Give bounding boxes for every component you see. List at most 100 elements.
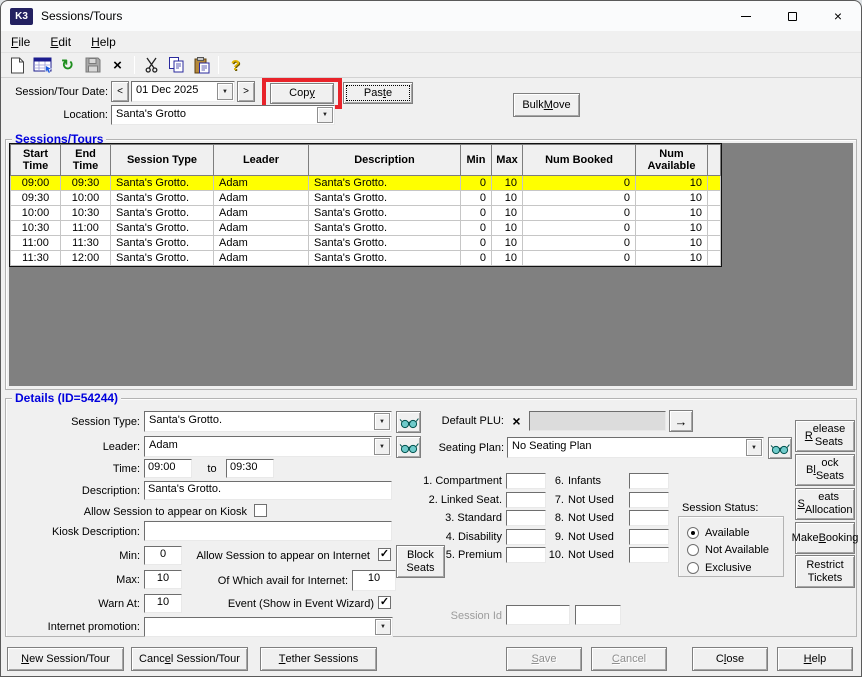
table-row[interactable]: 11:30 12:00 Santa's Grotto. Adam Santa's Gro…	[10, 250, 721, 266]
slot-input-7[interactable]	[629, 491, 669, 508]
grid-cell[interactable]: 0	[460, 220, 492, 236]
grid-cell[interactable]: 0	[522, 235, 636, 251]
grid-cell[interactable]: 0	[460, 175, 492, 191]
grid-cell[interactable]: Santa's Grotto.	[110, 175, 214, 191]
grid-cell[interactable]: 11:00	[10, 235, 61, 251]
block-seats-button[interactable]: Bl ock Seats	[795, 454, 855, 486]
grid-cell[interactable]: 0	[460, 250, 492, 266]
radio-not-available[interactable]	[687, 544, 699, 557]
column-header-session-type[interactable]: Session Type	[110, 144, 214, 176]
release-seats-button[interactable]: Release Seats	[795, 420, 855, 452]
cut-icon[interactable]	[139, 54, 164, 76]
grid-cell[interactable]: 10:00	[60, 190, 111, 206]
grid-cell[interactable]	[707, 190, 721, 206]
grid-cell[interactable]: Santa's Grotto.	[308, 190, 461, 206]
grid-cell[interactable]: 0	[522, 220, 636, 236]
close-dialog-button[interactable]: Cl ose	[692, 647, 768, 671]
tether-sessions-button[interactable]: Tether Sessions	[260, 647, 377, 671]
internet-avail-input[interactable]: 10	[352, 570, 396, 591]
grid-cell[interactable]: Adam	[213, 235, 309, 251]
seating-plan-combobox[interactable]: No Seating Plan ▼	[507, 437, 764, 458]
grid-cell[interactable]: 10	[635, 175, 708, 191]
grid-cell[interactable]: 10	[491, 175, 523, 191]
help-icon[interactable]: ?	[223, 54, 248, 76]
table-row[interactable]: 10:30 11:00 Santa's Grotto. Adam Santa's Gro…	[10, 220, 721, 236]
grid-cell[interactable]: 10:30	[10, 220, 61, 236]
menu-help[interactable]: Help	[85, 33, 122, 51]
grid-cell[interactable]: 10	[491, 220, 523, 236]
grid-cell[interactable]: 10	[491, 250, 523, 266]
kiosk-checkbox[interactable]	[254, 504, 267, 517]
column-header-end-time[interactable]: End Time	[60, 144, 111, 176]
table-row[interactable]: 10:00 10:30 Santa's Grotto. Adam Santa's Gro…	[10, 205, 721, 221]
grid-cell[interactable]: Santa's Grotto.	[110, 250, 214, 266]
copy-icon[interactable]	[164, 54, 189, 76]
close-button[interactable]: ×	[815, 1, 861, 31]
chevron-down-icon[interactable]: ▼	[375, 619, 391, 635]
grid-cell[interactable]: 10	[491, 190, 523, 206]
grid-cell[interactable]	[707, 175, 721, 191]
grid-cell[interactable]: 10	[635, 220, 708, 236]
grid-cell[interactable]: Santa's Grotto.	[110, 205, 214, 221]
chevron-down-icon[interactable]: ▼	[217, 83, 233, 100]
column-header-blank[interactable]	[707, 144, 721, 176]
grid-cell[interactable]: Adam	[213, 175, 309, 191]
column-header-start-time[interactable]: Start Time	[10, 144, 61, 176]
date-combobox[interactable]: 01 Dec 2025 ▼	[131, 81, 235, 102]
grid-cell[interactable]: 11:30	[60, 235, 111, 251]
grid-cell[interactable]: 0	[522, 190, 636, 206]
grid-cell[interactable]: 10	[635, 250, 708, 266]
slot-input-6[interactable]	[629, 473, 669, 490]
grid-cell[interactable]: 11:00	[60, 220, 111, 236]
slot-input-10[interactable]	[629, 547, 669, 564]
status-option[interactable]: Available	[687, 524, 783, 542]
grid-cell[interactable]: Santa's Grotto.	[308, 220, 461, 236]
grid-cell[interactable]: 10:00	[10, 205, 61, 221]
seating-plan-lookup-button[interactable]	[768, 437, 792, 459]
title-bar[interactable]: K3 Sessions/Tours ×	[1, 1, 861, 31]
grid-cell[interactable]: Santa's Grotto.	[308, 205, 461, 221]
grid-cell[interactable]: 10	[635, 190, 708, 206]
maximize-button[interactable]	[769, 1, 815, 31]
status-option[interactable]: Exclusive	[687, 559, 783, 577]
grid-cell[interactable]: Santa's Grotto.	[308, 250, 461, 266]
new-session-tour-button[interactable]: New Session/Tour	[7, 647, 124, 671]
delete-icon[interactable]: ×	[105, 54, 130, 76]
grid-cell[interactable]: Adam	[213, 220, 309, 236]
grid-cell[interactable]: Santa's Grotto.	[308, 175, 461, 191]
default-plu-go-button[interactable]: →	[669, 410, 693, 432]
grid-cell[interactable]: Santa's Grotto.	[308, 235, 461, 251]
table-row[interactable]: 11:00 11:30 Santa's Grotto. Adam Santa's Gro…	[10, 235, 721, 251]
grid-cell[interactable]: 09:30	[60, 175, 111, 191]
grid-cell[interactable]	[707, 220, 721, 236]
menu-file[interactable]: File	[5, 33, 36, 51]
grid-cell[interactable]	[707, 235, 721, 251]
internet-promotion-combobox[interactable]: ▼	[144, 617, 393, 637]
grid-cell[interactable]: 12:00	[60, 250, 111, 266]
slot-input-8[interactable]	[629, 510, 669, 527]
table-row[interactable]: 09:30 10:00 Santa's Grotto. Adam Santa's Gro…	[10, 190, 721, 206]
menu-edit[interactable]: Edit	[44, 33, 77, 51]
seats-allocation-button[interactable]: Seats Allocation	[795, 488, 855, 520]
chevron-down-icon[interactable]: ▼	[317, 107, 333, 123]
radio-exclusive[interactable]	[687, 561, 699, 574]
restrict-tickets-button[interactable]: Restrict Tickets	[795, 555, 855, 588]
grid-cell[interactable]: Adam	[213, 205, 309, 221]
table-row[interactable]: 09:00 09:30 Santa's Grotto. Adam Santa's Gro…	[10, 175, 721, 191]
date-prev-button[interactable]: <	[111, 81, 129, 102]
minimize-button[interactable]	[723, 1, 769, 31]
paste-icon[interactable]	[189, 54, 214, 76]
grid-cell[interactable]: 0	[522, 175, 636, 191]
grid-cell[interactable]: 0	[522, 250, 636, 266]
grid-cell[interactable]: 0	[460, 235, 492, 251]
new-icon[interactable]	[5, 54, 30, 76]
grid-cell[interactable]: Santa's Grotto.	[110, 235, 214, 251]
make-booking-button[interactable]: Make Booking	[792, 522, 858, 554]
grid-cell[interactable]: 0	[460, 190, 492, 206]
grid-cell[interactable]: 10:30	[60, 205, 111, 221]
grid-cell[interactable]: Santa's Grotto.	[110, 220, 214, 236]
column-header-min[interactable]: Min	[460, 144, 492, 176]
chevron-down-icon[interactable]: ▼	[746, 439, 762, 456]
grid-cell[interactable]: 10	[491, 235, 523, 251]
grid-cell[interactable]: 10	[491, 205, 523, 221]
